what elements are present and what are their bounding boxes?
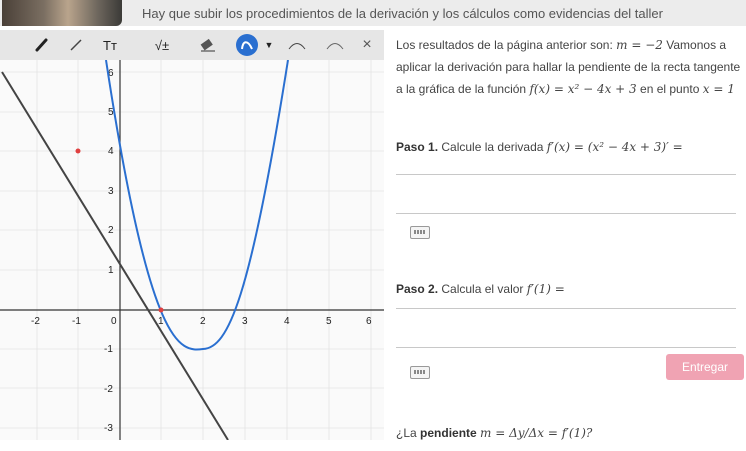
coordinate-plane: -2 -1 0 1 2 3 4 5 6 6 5 4 3 2 1 -1 -2 -3 — [0, 60, 384, 440]
step-1-label: Paso 1. — [396, 140, 439, 154]
step-1-prompt: Paso 1. Calcule la derivada f′(x) = (x² … — [396, 140, 683, 154]
y-tick: -1 — [104, 344, 113, 355]
function-intro: a la gráfica de la función — [396, 82, 527, 96]
step-1-formula: f′(x) = (x² − 4x + 3)′ = — [546, 140, 683, 154]
instruction-text: Hay que subir los procedimientos de la d… — [142, 6, 663, 21]
intro-line-2: aplicar la derivación para hallar la pen… — [396, 60, 741, 74]
point-value: x = 1 — [702, 82, 735, 96]
submit-button[interactable]: Entregar — [666, 354, 744, 380]
step-1-text: Calcule la derivada — [441, 140, 544, 154]
question-formula: m = Δy/Δx = f′(1)? — [480, 426, 593, 440]
math-tool-button[interactable]: √± — [148, 33, 176, 57]
keyboard-icon[interactable] — [410, 226, 430, 239]
y-tick: -2 — [104, 384, 113, 395]
point-marker — [75, 148, 81, 154]
step-2-prompt: Paso 2. Calcula el valor f′(1) = — [396, 282, 565, 296]
arc-tool-alt-icon[interactable] — [324, 33, 346, 57]
x-tick: 4 — [284, 316, 290, 327]
tangent-line — [1, 71, 229, 440]
intro-line-3: a la gráfica de la función f(x) = x² − 4… — [396, 82, 735, 96]
chevron-down-icon[interactable]: ▼ — [262, 33, 276, 57]
parabola-curve — [105, 60, 289, 351]
x-tick: -1 — [72, 316, 81, 327]
question-keyword: pendiente — [420, 426, 477, 440]
intro-text: Los resultados de la página anterior son… — [396, 38, 613, 52]
graph-canvas[interactable]: -2 -1 0 1 2 3 4 5 6 6 5 4 3 2 1 -1 -2 -3 — [0, 60, 384, 440]
y-tick: 2 — [108, 225, 114, 236]
intro-line-1: Los resultados de la página anterior son… — [396, 38, 726, 52]
x-tick: 3 — [242, 316, 248, 327]
text-tool-button[interactable]: Tт — [96, 33, 124, 57]
slope-value: m = −2 — [616, 38, 663, 52]
x-tick: 6 — [366, 316, 372, 327]
tangency-point — [158, 307, 164, 313]
top-bar: Hay que subir los procedimientos de la d… — [0, 0, 746, 26]
eraser-icon[interactable] — [196, 33, 220, 57]
y-tick: 3 — [108, 186, 114, 197]
x-tick: -2 — [31, 316, 40, 327]
drawing-toolbar: Tт √± ▼ × — [0, 30, 384, 60]
step-2-formula: f′(1) = — [526, 282, 565, 296]
step-2-text: Calcula el valor — [441, 282, 524, 296]
question-prefix: ¿La — [396, 426, 417, 440]
exercise-panel: Los resultados de la página anterior son… — [386, 30, 746, 451]
curve-tool-icon[interactable] — [236, 34, 258, 56]
step-2-label: Paso 2. — [396, 282, 439, 296]
point-intro: en el punto — [640, 82, 700, 96]
x-tick: 5 — [326, 316, 332, 327]
y-tick: 1 — [108, 265, 114, 276]
keyboard-icon[interactable] — [410, 366, 430, 379]
function-formula: f(x) = x² − 4x + 3 — [529, 82, 637, 96]
slope-question: ¿La pendiente m = Δy/Δx = f′(1)? — [396, 426, 592, 440]
arc-tool-icon[interactable] — [286, 33, 308, 57]
close-icon[interactable]: × — [358, 33, 376, 57]
y-tick: -3 — [104, 423, 113, 434]
y-tick: 4 — [108, 146, 114, 157]
step-2-answer-input[interactable] — [396, 308, 736, 348]
step-1-answer-input[interactable] — [396, 174, 736, 214]
line-tool-icon[interactable] — [64, 33, 88, 57]
x-tick: 2 — [200, 316, 206, 327]
intro-tail: Vamonos a — [666, 38, 727, 52]
x-tick: 0 — [111, 316, 117, 327]
pen-tool-icon[interactable] — [30, 33, 54, 57]
webcam-thumbnail — [2, 0, 122, 26]
